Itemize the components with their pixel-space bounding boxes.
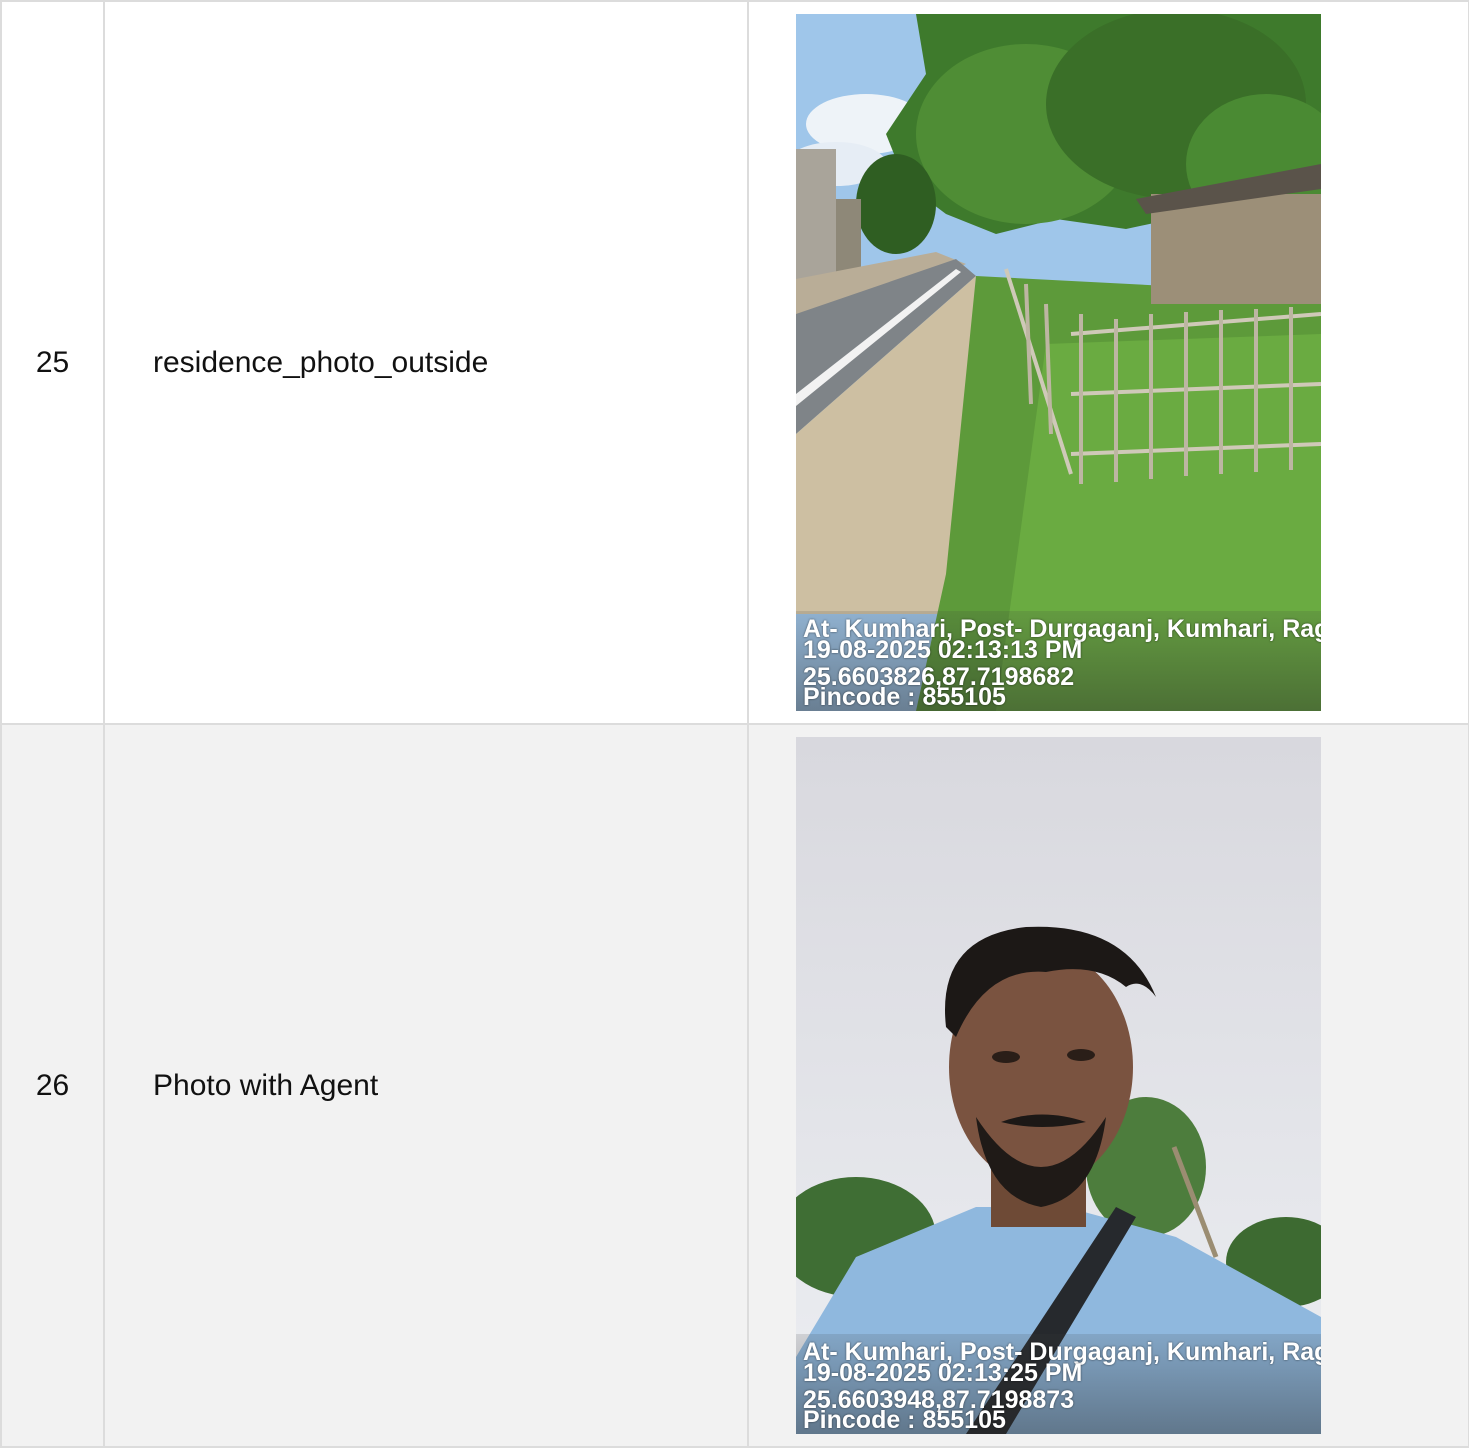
verification-photo-table: 25 residence_photo_outside At- Kumhari, …: [0, 0, 1469, 1448]
stamp-pincode: Pincode : 855105: [803, 683, 1006, 711]
photo-geo-stamp: At- Kumhari, Post- Durgaganj, Kumhari, R…: [796, 611, 1321, 711]
field-label: residence_photo_outside: [103, 0, 749, 725]
photo-cell: At- Kumhari, Post- Durgaganj, Kumhari, R…: [747, 0, 1469, 725]
stamp-pincode: Pincode : 855105: [803, 1406, 1006, 1434]
row-number: 26: [0, 723, 105, 1448]
photo-cell: At- Kumhari, Post- Durgaganj, Kumhari, R…: [747, 723, 1469, 1448]
table-row: 26 Photo with Agent At- Kumhari, Post- D…: [0, 723, 1469, 1448]
table-row: 25 residence_photo_outside At- Kumhari, …: [0, 0, 1469, 725]
agent-photo-image: [796, 737, 1321, 1434]
stamp-datetime: 19-08-2025 02:13:25 PM: [803, 1359, 1083, 1387]
agent-photo[interactable]: At- Kumhari, Post- Durgaganj, Kumhari, R…: [796, 737, 1321, 1434]
row-number: 25: [0, 0, 105, 725]
residence-photo-image: [796, 14, 1321, 711]
field-label: Photo with Agent: [103, 723, 749, 1448]
stamp-datetime: 19-08-2025 02:13:13 PM: [803, 636, 1083, 664]
residence-photo[interactable]: At- Kumhari, Post- Durgaganj, Kumhari, R…: [796, 14, 1321, 711]
photo-geo-stamp: At- Kumhari, Post- Durgaganj, Kumhari, R…: [796, 1334, 1321, 1434]
